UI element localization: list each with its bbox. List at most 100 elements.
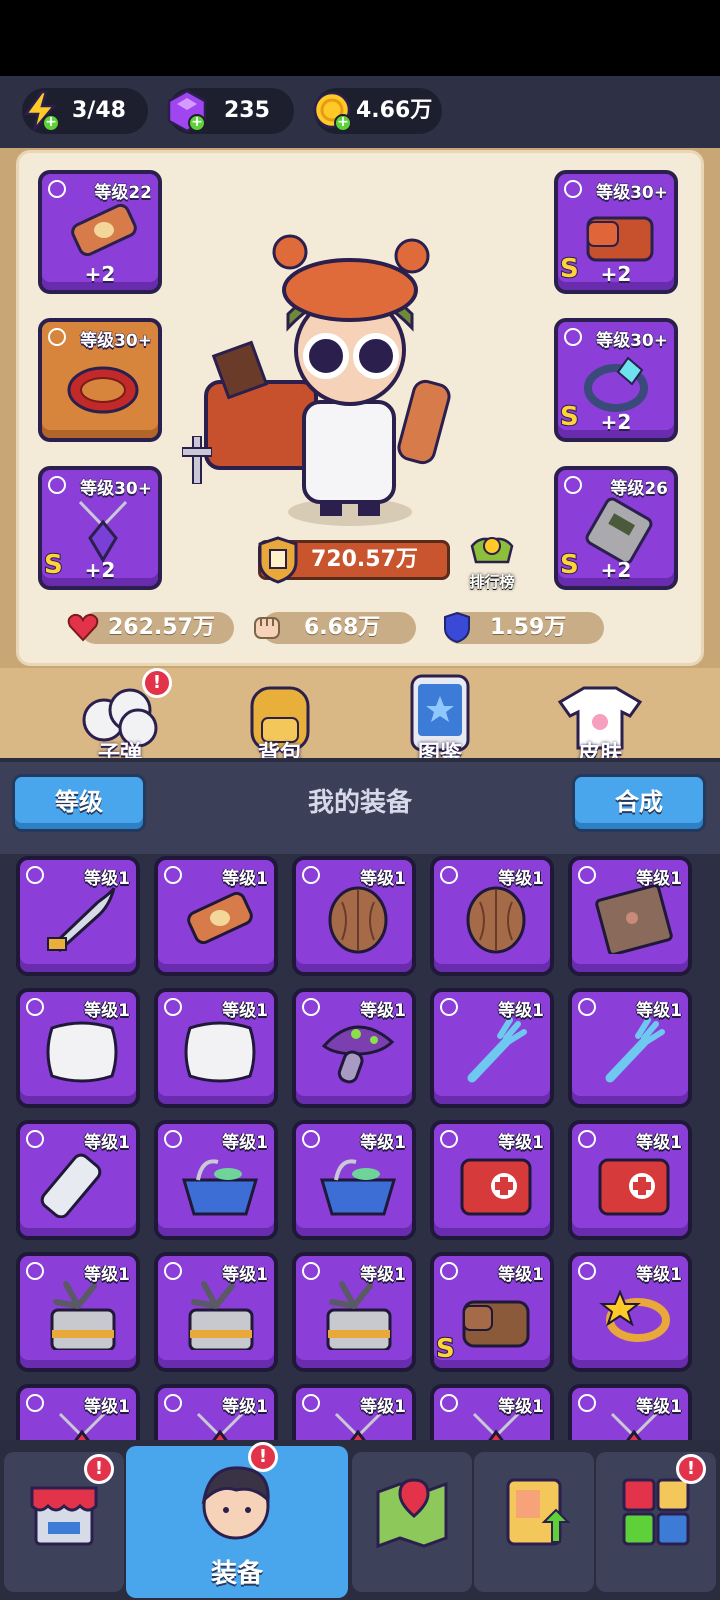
item-level: 等级1	[636, 1397, 682, 1417]
inventory-item-bag[interactable]: 等级1 S	[430, 1252, 554, 1372]
resource-bar: + 3/48 + 235 + 4.66万	[0, 76, 720, 148]
bullets-alert-badge: !	[142, 668, 172, 698]
slot-plus: +2	[558, 262, 674, 288]
inventory-item-fork[interactable]: 等级1	[430, 988, 554, 1108]
necklace-type-icon	[564, 476, 582, 494]
inventory-item-scroll[interactable]: 等级1	[154, 856, 278, 976]
tab-equipment[interactable]: ! 装备	[126, 1442, 348, 1598]
scroll-icon	[187, 891, 253, 945]
backpack-button[interactable]: 背包	[230, 674, 330, 770]
device-icon	[585, 497, 653, 564]
item-level: 等级1	[498, 1133, 544, 1153]
inventory-item-basket[interactable]: 等级1	[154, 1120, 278, 1240]
inventory-item-basket[interactable]: 等级1	[292, 1120, 416, 1240]
equipment-tab-label: 装备	[210, 1559, 263, 1589]
basket-icon	[319, 1159, 397, 1216]
puzzle-icon	[622, 1478, 690, 1546]
basket-icon	[181, 1159, 259, 1216]
inventory-item-walnut[interactable]: 等级1	[430, 856, 554, 976]
pillow-icon	[184, 1021, 256, 1083]
inventory-item-fanbox[interactable]: 等级1	[154, 1252, 278, 1372]
attack-stat: 6.68万	[262, 612, 416, 644]
fist-icon	[254, 617, 280, 639]
power-shield-icon	[258, 536, 298, 584]
tab-map[interactable]	[352, 1452, 472, 1592]
fanbox-icon	[50, 1281, 116, 1350]
gem-add-icon[interactable]: +	[188, 114, 206, 132]
item-level: 等级1	[498, 869, 544, 889]
amulet-icon	[78, 500, 128, 563]
item-level: 等级1	[636, 869, 682, 889]
tab-shop[interactable]: !	[4, 1452, 124, 1592]
slot-plus: +2	[42, 558, 158, 584]
item-level: 等级1	[84, 1001, 130, 1021]
sort-by-level-button[interactable]: 等级	[12, 774, 146, 832]
sort-by-level-label: 等级	[55, 788, 103, 816]
inventory-item-book[interactable]: 等级1	[568, 856, 692, 976]
item-level: 等级1	[498, 1265, 544, 1285]
inventory-item-amulet[interactable]: 等级1	[16, 1384, 140, 1440]
item-level: 等级1	[498, 1397, 544, 1417]
tab-profile-card[interactable]	[474, 1452, 594, 1592]
inventory-item-dagger[interactable]: 等级1	[16, 856, 140, 976]
inventory-item-mushroom[interactable]: 等级1	[292, 988, 416, 1108]
equip-slot-device[interactable]: 等级26 S +2	[554, 466, 678, 590]
inventory-item-bandage[interactable]: 等级1	[16, 1120, 140, 1240]
bottom-navigation: ! ! 装备 !	[0, 1440, 720, 1600]
leaderboard-button[interactable]: 排行榜	[460, 532, 524, 592]
inventory-item-fanbox[interactable]: 等级1	[16, 1252, 140, 1372]
equipment-header: 等级 我的装备 合成	[0, 758, 720, 854]
equip-slot-weapon[interactable]: 等级22 +2	[38, 170, 162, 294]
fork-icon	[467, 1017, 527, 1083]
inventory-item-medkit[interactable]: 等级1	[568, 1120, 692, 1240]
item-level: 等级1	[636, 1265, 682, 1285]
coin-add-icon[interactable]: +	[334, 114, 352, 132]
inventory-item-amulet[interactable]: 等级1	[568, 1384, 692, 1440]
trophy-icon	[470, 537, 514, 564]
item-level: 等级1	[222, 1265, 268, 1285]
inventory-grid: 等级1 等级1 等级1 等级1 等级1 等级1 等级1 等级1 等级1 等级1 等级1 等级1 等级1 等…	[0, 854, 720, 1440]
slot-plus: +2	[558, 558, 674, 584]
equip-slot-ring-2[interactable]: 等级30+ S +2	[554, 318, 678, 442]
inventory-item-pillow[interactable]: 等级1	[154, 988, 278, 1108]
tab-puzzle[interactable]: !	[596, 1452, 716, 1592]
s-rank-mark: S	[435, 1333, 456, 1365]
inventory-item-amulet[interactable]: 等级1	[430, 1384, 554, 1440]
equip-slot-ring[interactable]: 等级30+	[38, 318, 162, 442]
item-level: 等级1	[84, 1265, 130, 1285]
inventory-item-star-ring[interactable]: 等级1	[568, 1252, 692, 1372]
inventory-item-amulet[interactable]: 等级1	[292, 1384, 416, 1440]
merge-label: 合成	[615, 788, 663, 816]
inventory-item-fanbox[interactable]: 等级1	[292, 1252, 416, 1372]
hp-stat: 262.57万	[80, 612, 234, 644]
item-level: 等级1	[84, 1133, 130, 1153]
inventory-item-walnut[interactable]: 等级1	[292, 856, 416, 976]
equipment-alert-badge: !	[248, 1442, 278, 1472]
inventory-item-fork[interactable]: 等级1	[568, 988, 692, 1108]
item-level: 等级1	[360, 1001, 406, 1021]
coin-counter[interactable]: + 4.66万	[313, 88, 442, 134]
pillow-icon	[46, 1021, 118, 1083]
energy-counter[interactable]: + 3/48	[22, 88, 148, 134]
fanbox-icon	[188, 1281, 254, 1350]
item-level: 等级1	[84, 869, 130, 889]
item-level: 等级1	[222, 1397, 268, 1417]
inventory-item-amulet[interactable]: 等级1	[154, 1384, 278, 1440]
bullets-button[interactable]: ! 子弹	[70, 668, 172, 770]
merge-button[interactable]: 合成	[572, 774, 706, 832]
energy-add-icon[interactable]: +	[42, 114, 60, 132]
codex-button[interactable]: 图鉴	[390, 674, 490, 770]
walnut-icon	[466, 886, 526, 954]
inventory-item-pillow[interactable]: 等级1	[16, 988, 140, 1108]
character-panel: 等级22 +2 等级30+ S +2 等级30+ 等级30+ S +2 等级30…	[0, 148, 720, 767]
equip-slot-backpack[interactable]: 等级30+ S +2	[554, 170, 678, 294]
energy-value: 3/48	[72, 98, 126, 123]
skins-button[interactable]: 皮肤	[550, 674, 650, 770]
equip-slot-amulet[interactable]: 等级30+ S +2	[38, 466, 162, 590]
equipment-title: 我的装备	[307, 788, 412, 818]
item-level: 等级1	[360, 1397, 406, 1417]
inventory-item-medkit[interactable]: 等级1	[430, 1120, 554, 1240]
gem-counter[interactable]: + 235	[167, 88, 294, 134]
mushroom-icon	[321, 1025, 395, 1084]
ring-type-icon	[48, 328, 66, 346]
